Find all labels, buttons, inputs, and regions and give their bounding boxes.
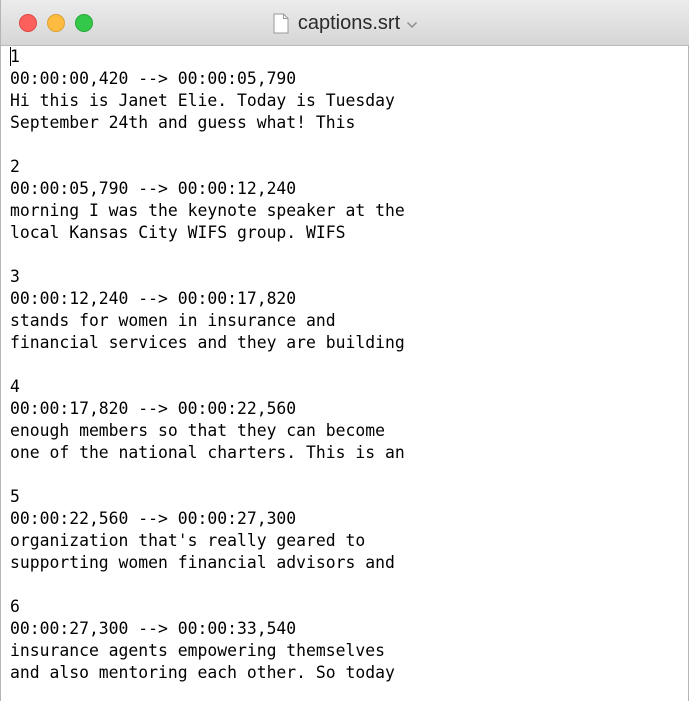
text-line: 6 bbox=[10, 597, 20, 616]
document-icon bbox=[273, 13, 289, 33]
text-line: financial services and they are building bbox=[10, 333, 405, 352]
text-line: stands for women in insurance and bbox=[10, 311, 336, 330]
text-line bbox=[10, 574, 680, 596]
chevron-down-icon[interactable] bbox=[406, 21, 418, 29]
text-line bbox=[10, 354, 680, 376]
text-line bbox=[10, 464, 680, 486]
text-line: organization that's really geared to bbox=[10, 531, 366, 550]
window-title[interactable]: captions.srt bbox=[298, 12, 400, 35]
text-line: 4 bbox=[10, 377, 20, 396]
text-editor-window: captions.srt 1 00:00:00,420 --> 00:00:05,… bbox=[0, 0, 689, 701]
text-line: 3 bbox=[10, 267, 20, 286]
text-cursor bbox=[10, 47, 11, 66]
text-line: 00:00:12,240 --> 00:00:17,820 bbox=[10, 289, 297, 308]
text-line: 00:00:22,560 --> 00:00:27,300 bbox=[10, 509, 297, 528]
text-line: local Kansas City WIFS group. WIFS bbox=[10, 223, 346, 242]
text-line: 00:00:05,790 --> 00:00:12,240 bbox=[10, 179, 297, 198]
text-line: 00:00:00,420 --> 00:00:05,790 bbox=[10, 69, 297, 88]
text-line: insurance agents empowering themselves bbox=[10, 641, 385, 660]
title-bar[interactable]: captions.srt bbox=[1, 0, 689, 46]
text-line: 5 bbox=[10, 487, 20, 506]
text-line: morning I was the keynote speaker at the bbox=[10, 201, 405, 220]
text-line: 00:00:17,820 --> 00:00:22,560 bbox=[10, 399, 297, 418]
text-line: one of the national charters. This is an bbox=[10, 443, 405, 462]
text-line bbox=[10, 244, 680, 266]
text-line: and also mentoring each other. So today bbox=[10, 663, 395, 682]
text-line: 2 bbox=[10, 157, 20, 176]
text-line: Hi this is Janet Elie. Today is Tuesday bbox=[10, 91, 395, 110]
text-line: 1 bbox=[10, 47, 20, 66]
text-line bbox=[10, 134, 680, 156]
text-editor-area[interactable]: 1 00:00:00,420 --> 00:00:05,790 Hi this is… bbox=[10, 46, 680, 701]
text-line: enough members so that they can become bbox=[10, 421, 385, 440]
text-line: supporting women financial advisors and bbox=[10, 553, 395, 572]
text-line: September 24th and guess what! This bbox=[10, 113, 356, 132]
window-title-group: captions.srt bbox=[1, 0, 689, 46]
text-line: 00:00:27,300 --> 00:00:33,540 bbox=[10, 619, 297, 638]
